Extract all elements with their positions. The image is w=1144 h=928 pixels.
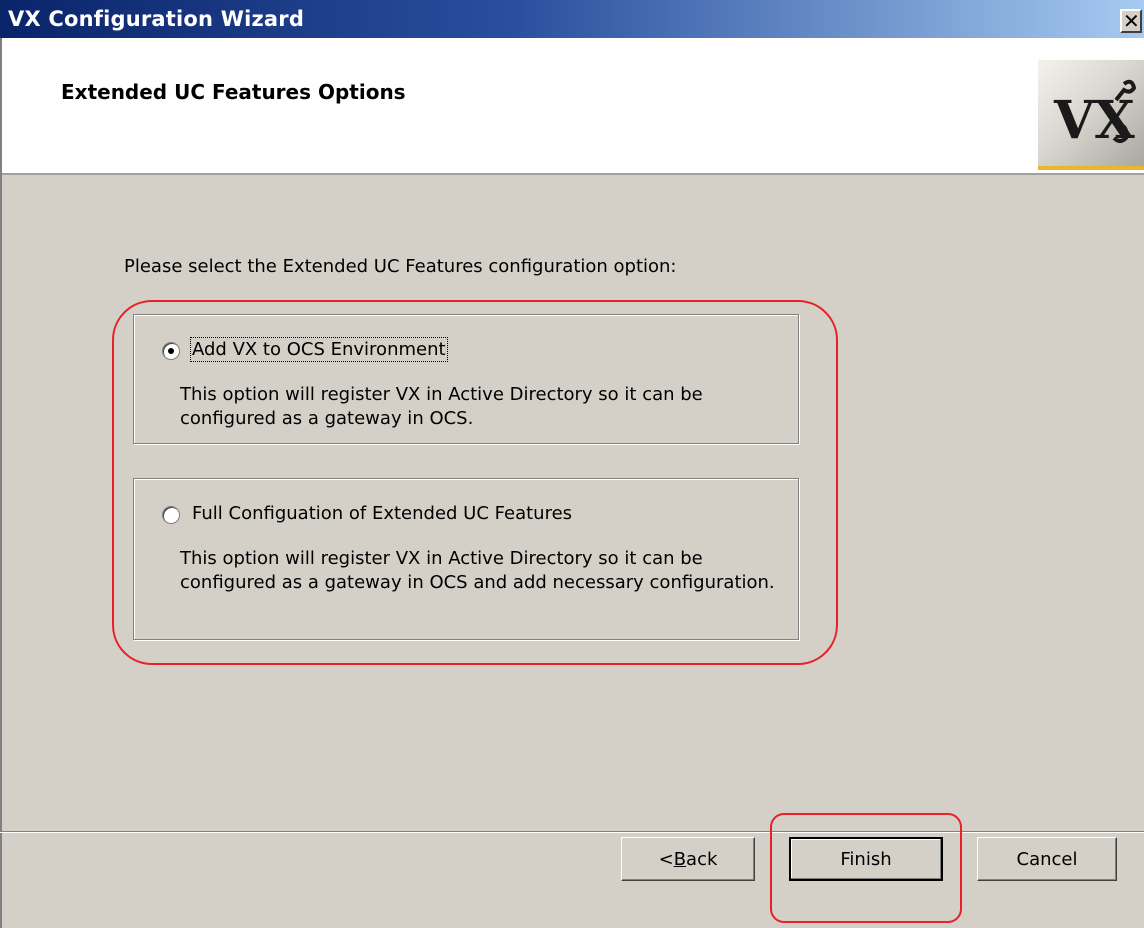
wizard-header: Extended UC Features Options VX bbox=[0, 38, 1144, 175]
cancel-button[interactable]: Cancel bbox=[977, 837, 1117, 881]
wizard-window: VX Configuration Wizard ✕ Extended UC Fe… bbox=[0, 0, 1144, 928]
close-icon: ✕ bbox=[1123, 9, 1140, 33]
vx-logo: VX bbox=[1038, 60, 1144, 170]
options-highlight-annotation bbox=[112, 300, 838, 665]
finish-highlight-annotation bbox=[770, 813, 962, 923]
page-title: Extended UC Features Options bbox=[61, 80, 406, 104]
selection-prompt: Please select the Extended UC Features c… bbox=[124, 256, 677, 277]
title-bar[interactable]: VX Configuration Wizard ✕ bbox=[0, 0, 1144, 38]
button-separator bbox=[0, 831, 1144, 833]
window-title: VX Configuration Wizard bbox=[8, 7, 305, 31]
close-button[interactable]: ✕ bbox=[1120, 9, 1142, 33]
window-border bbox=[0, 38, 2, 928]
back-button[interactable]: < Back bbox=[621, 837, 755, 881]
